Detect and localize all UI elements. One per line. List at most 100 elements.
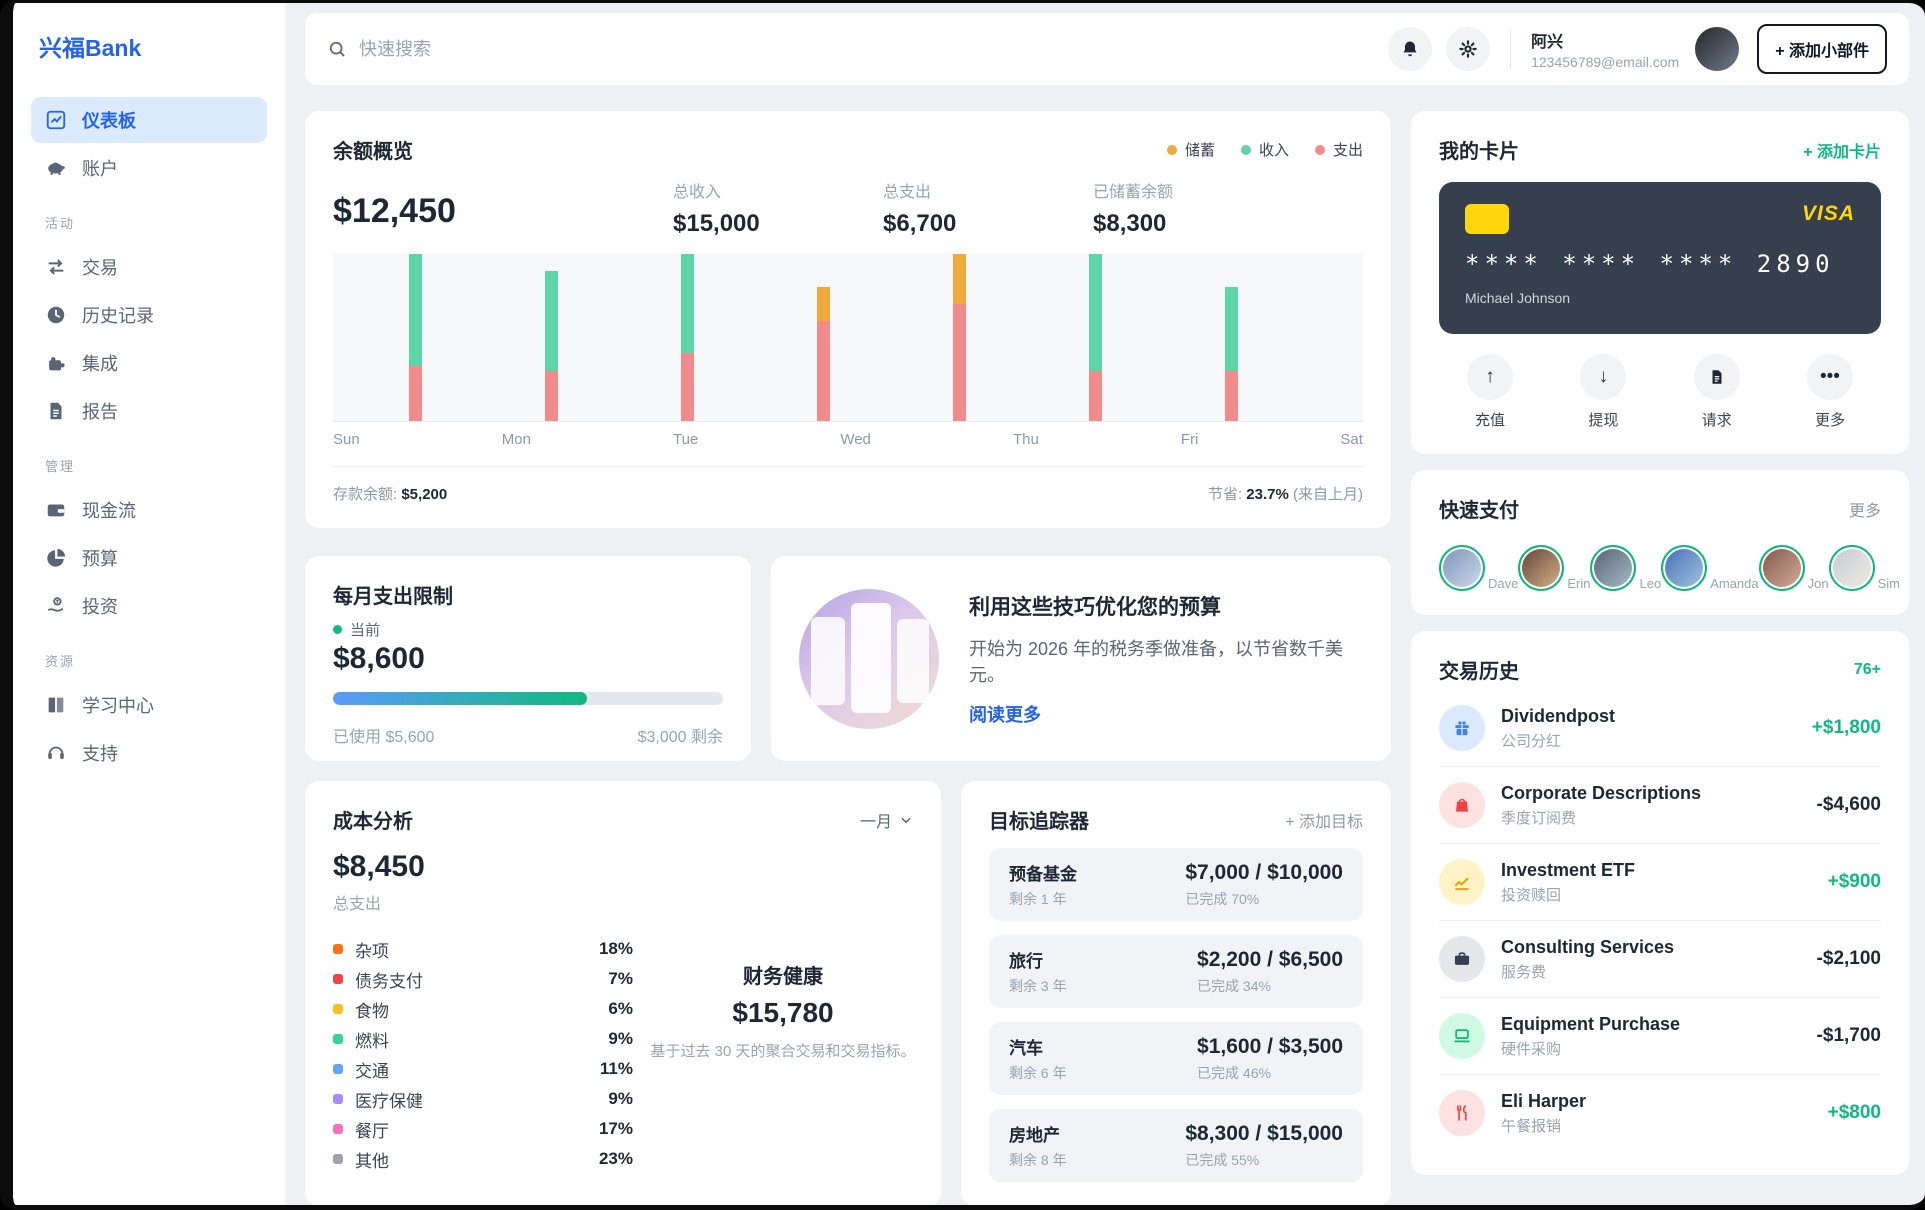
bank-card[interactable]: VISA **** **** **** 2890 Michael Johnson [1439, 182, 1881, 334]
main-area: 阿兴 123456789@email.com + 添加小部件 余额概览 储蓄 [285, 3, 1925, 1205]
goal-row-car[interactable]: 汽车 剩余 6 年 $1,600 / $3,500 已完成 46% [989, 1022, 1363, 1095]
quick-pay-contacts: Dave Erin Leo Amanda Jon Sim [1439, 545, 1900, 591]
cost-analysis-card: 成本分析 一月 $8,450 总支出 杂项 18% 债务支付 7% 食物 6% … [305, 781, 941, 1205]
contact-jon[interactable]: Jon [1758, 545, 1829, 591]
tips-text-block: 利用这些技巧优化您的预算 开始为 2026 年的税务季做准备，以节省数千美元。 … [969, 591, 1363, 727]
user-name: 阿兴 [1531, 34, 1564, 51]
sidebar-item-label: 支持 [82, 744, 118, 764]
contact-avatar [1661, 545, 1708, 591]
sidebar-item-support[interactable]: 支持 [31, 730, 267, 776]
brand-logo: 兴福Bank [39, 35, 142, 61]
legend-savings-dot [1166, 144, 1177, 155]
period-select[interactable]: 一月 [860, 808, 913, 832]
goal-row-travel[interactable]: 旅行 剩余 3 年 $2,200 / $6,500 已完成 34% [989, 935, 1363, 1008]
sidebar-item-integrations[interactable]: 集成 [31, 340, 267, 386]
sidebar-item-learning-center[interactable]: 学习中心 [31, 682, 267, 728]
contact-avatar [1828, 545, 1875, 591]
add-card-button[interactable]: + 添加卡片 [1803, 138, 1881, 162]
contact-erin[interactable]: Erin [1518, 545, 1590, 591]
chart-bar-mon [545, 254, 559, 421]
contact-amanda[interactable]: Amanda [1661, 545, 1759, 591]
total-balance: $12,450 [333, 192, 456, 230]
legend-expense-dot [1314, 144, 1325, 155]
balance-stats: $12,450 总收入 $15,000 总支出 $6,700 已储蓄余额 $8,… [333, 178, 1363, 238]
sidebar-section-management: 管理 [45, 459, 76, 474]
search-icon [329, 41, 345, 57]
arrow-down-icon: ↓ [1598, 366, 1609, 387]
legend-expense: 支出 [1314, 139, 1363, 160]
transaction-row-consulting-services[interactable]: Consulting Services 服务费 -$2,100 [1439, 921, 1881, 998]
sidebar-item-label: 账户 [82, 159, 118, 179]
dashboard-content: 余额概览 储蓄 收入 支出 $12,450 总收入 $15,000 总支出 $6… [285, 85, 1925, 1205]
search-input[interactable] [359, 38, 779, 60]
stat-saved-balance: 已储蓄余额 $8,300 [1093, 184, 1174, 237]
bar-segment-savings [953, 254, 967, 305]
goal-row-emergency-fund[interactable]: 预备基金 剩余 1 年 $7,000 / $10,000 已完成 70% [989, 848, 1363, 921]
legend-income: 收入 [1240, 139, 1289, 160]
pie-chart-icon [45, 547, 67, 569]
transaction-row-eli-harper[interactable]: Eli Harper 午餐报销 +$800 [1439, 1075, 1881, 1151]
read-more-link[interactable]: 阅读更多 [969, 701, 1363, 727]
spend-progress-bar [333, 692, 723, 705]
category-row-other: 其他 23% [333, 1144, 633, 1174]
card-holder-name: Michael Johnson [1465, 290, 1571, 306]
savings-rate: 节省: 23.7% (来自上月) [1207, 486, 1363, 503]
add-goal-button[interactable]: + 添加目标 [1285, 808, 1363, 832]
contact-leo[interactable]: Leo [1590, 545, 1661, 591]
bar-segment-income [1089, 254, 1103, 371]
bar-segment-income [1225, 287, 1239, 371]
bar-segment-expense [1225, 370, 1239, 421]
category-row-transport: 交通 11% [333, 1054, 633, 1084]
more-button[interactable]: ••• 更多 [1806, 354, 1853, 430]
bottom-row: 成本分析 一月 $8,450 总支出 杂项 18% 债务支付 7% 食物 6% … [305, 781, 1391, 1205]
sidebar-item-dashboard[interactable]: 仪表板 [31, 97, 267, 143]
goal-row-real-estate[interactable]: 房地产 剩余 8 年 $8,300 / $15,000 已完成 55% [989, 1109, 1363, 1182]
chart-bar-tue [681, 254, 695, 421]
transaction-row-investment-etf[interactable]: Investment ETF 投资赎回 +$900 [1439, 844, 1881, 921]
cost-total-label: 总支出 [333, 896, 382, 913]
my-cards-card: 我的卡片 + 添加卡片 VISA **** **** **** 2890 Mic… [1411, 111, 1909, 454]
top-up-button[interactable]: ↑ 充值 [1467, 354, 1513, 430]
bar-segment-expense [681, 352, 695, 421]
sidebar-item-reports[interactable]: 报告 [31, 388, 267, 434]
cost-body: 杂项 18% 债务支付 7% 食物 6% 燃料 9% 交通 11% 医疗保健 9… [333, 934, 916, 1174]
right-column: 我的卡片 + 添加卡片 VISA **** **** **** 2890 Mic… [1411, 111, 1909, 1175]
sidebar-item-cashflow[interactable]: 现金流 [31, 487, 267, 533]
spend-limit-title: 每月支出限制 [333, 586, 453, 608]
request-button[interactable]: 请求 [1693, 354, 1740, 430]
withdraw-button[interactable]: ↓ 提现 [1580, 354, 1627, 430]
gift-icon [1455, 721, 1469, 736]
transaction-row-dividendpost[interactable]: Dividendpost 公司分红 +$1,800 [1439, 690, 1881, 767]
notifications-button[interactable] [1388, 27, 1433, 71]
health-caption: 基于过去 30 天的聚合交易和交易指标。 [650, 1043, 916, 1060]
sidebar-item-history[interactable]: 历史记录 [31, 292, 267, 338]
health-title: 财务健康 [743, 966, 823, 988]
balance-footer: 存款余额: $5,200 节省: 23.7% (来自上月) [333, 466, 1363, 504]
sidebar-item-budget[interactable]: 预算 [31, 535, 267, 581]
transaction-row-equipment-purchase[interactable]: Equipment Purchase 硬件采购 -$1,700 [1439, 998, 1881, 1075]
transaction-row-corporate-descriptions[interactable]: Corporate Descriptions 季度订阅费 -$4,600 [1439, 767, 1881, 844]
add-widget-button[interactable]: + 添加小部件 [1757, 24, 1887, 74]
card-actions: ↑ 充值 ↓ 提现 请求 ••• 更多 [1439, 354, 1881, 430]
bar-segment-expense [817, 320, 831, 421]
quick-pay-title: 快速支付 [1439, 500, 1519, 522]
goal-tracker-card: 目标追踪器 + 添加目标 预备基金 剩余 1 年 $7,000 / $10,00… [961, 781, 1391, 1205]
settings-button[interactable] [1446, 27, 1491, 71]
chart-bar-fri [1089, 254, 1103, 421]
sidebar: 兴福Bank 仪表板 账户 活动 交易 历史记录 集成 报告 管理 现金流 预算… [13, 3, 285, 1205]
headset-icon [45, 742, 67, 764]
spend-limit-card: 每月支出限制 当前 $8,600 已使用 $5,600 $3,000 剩余 [305, 556, 751, 761]
used-amount: 已使用 $5,600 [333, 729, 435, 746]
sidebar-item-investments[interactable]: 投资 [31, 583, 267, 629]
category-row-debt: 债务支付 7% [333, 964, 633, 994]
current-indicator: 当前 [333, 619, 723, 640]
quick-pay-more-link[interactable]: 更多 [1849, 497, 1881, 521]
contact-sim[interactable]: Sim [1828, 545, 1900, 591]
sidebar-item-accounts[interactable]: 账户 [31, 145, 267, 191]
sidebar-item-transactions[interactable]: 交易 [31, 244, 267, 290]
bar-segment-savings [817, 287, 831, 321]
user-avatar[interactable] [1695, 27, 1740, 71]
chart-plot-area [333, 254, 1363, 422]
balance-title: 余额概览 [333, 141, 413, 163]
contact-dave[interactable]: Dave [1439, 545, 1518, 591]
